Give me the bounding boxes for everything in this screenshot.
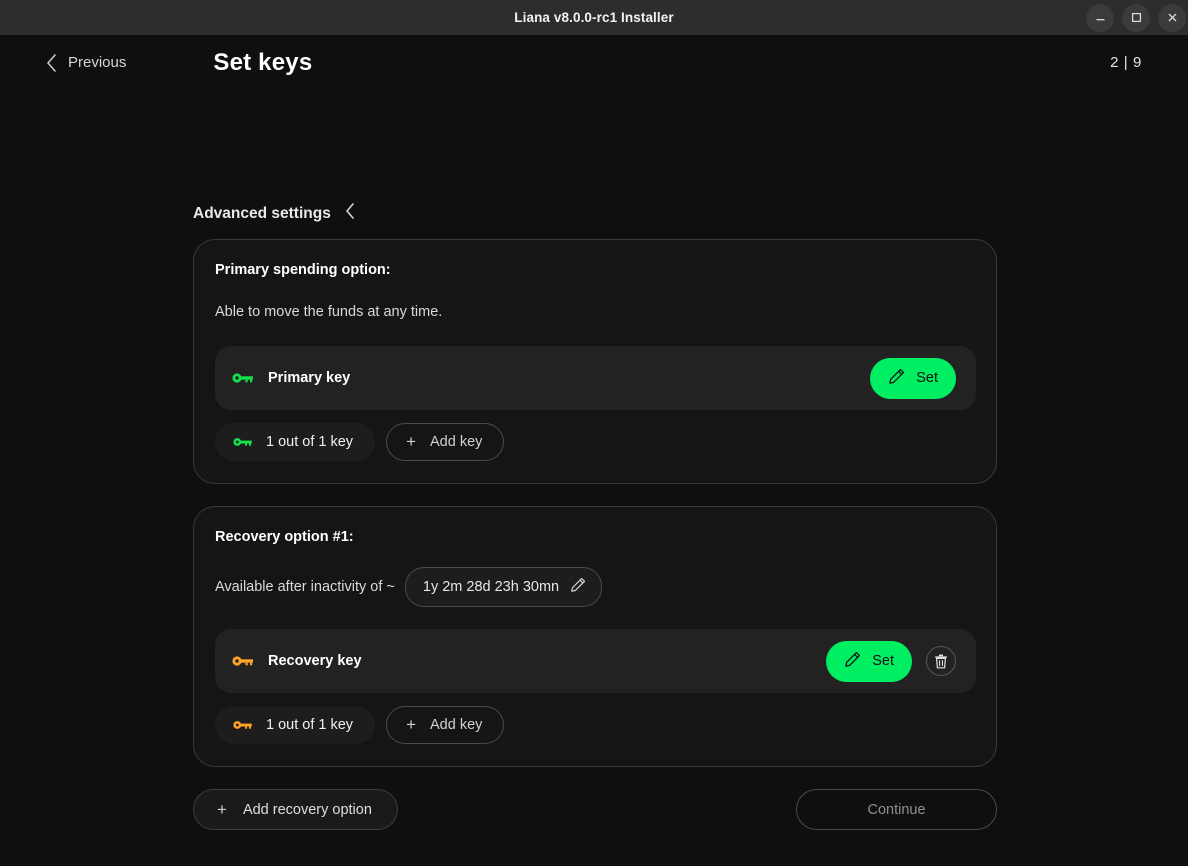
primary-key-label-group: Primary key	[232, 370, 350, 386]
primary-threshold-row: 1 out of 1 key + Add key	[215, 423, 976, 461]
window-controls	[1086, 0, 1186, 35]
recovery-duration-chip[interactable]: 1y 2m 28d 23h 30mn	[404, 567, 603, 607]
primary-key-name: Primary key	[268, 370, 351, 386]
pencil-icon	[570, 577, 586, 597]
close-button[interactable]	[1158, 3, 1186, 32]
maximize-icon	[1131, 12, 1141, 23]
close-icon	[1168, 13, 1176, 22]
key-icon	[233, 719, 253, 731]
recovery-description-prefix: Available after inactivity of ~	[215, 579, 395, 595]
primary-card-title: Primary spending option:	[215, 262, 391, 278]
recovery-threshold-row: 1 out of 1 key + Add key	[215, 706, 976, 744]
primary-add-key-button[interactable]: + Add key	[386, 423, 505, 461]
trash-icon	[935, 654, 947, 668]
recovery-key-delete-button[interactable]	[926, 646, 956, 676]
minimize-button[interactable]	[1086, 3, 1114, 32]
primary-threshold-label: 1 out of 1 key	[266, 434, 354, 450]
minimize-icon	[1096, 19, 1104, 21]
primary-key-actions: Set	[870, 357, 956, 399]
page-header: Previous Set keys 2 | 9	[0, 35, 1188, 90]
add-recovery-option-button[interactable]: + Add recovery option	[193, 789, 398, 830]
plus-icon: +	[406, 432, 416, 451]
previous-label: Previous	[68, 54, 127, 71]
primary-key-set-button[interactable]: Set	[870, 357, 956, 399]
recovery-add-key-label: Add key	[430, 717, 483, 733]
page-title: Set keys	[213, 48, 313, 76]
continue-button[interactable]: Continue	[796, 789, 997, 830]
continue-label: Continue	[867, 801, 926, 818]
maximize-button[interactable]	[1122, 3, 1150, 32]
recovery-key-set-button[interactable]: Set	[826, 640, 912, 682]
advanced-settings-toggle[interactable]: Advanced settings	[193, 203, 355, 224]
key-icon	[232, 371, 254, 385]
pencil-icon	[844, 651, 861, 672]
window-title: Liana v8.0.0-rc1 Installer	[514, 10, 674, 25]
footer-actions: + Add recovery option Continue	[193, 789, 997, 830]
primary-threshold-chip: 1 out of 1 key	[215, 423, 376, 461]
primary-card-description: Able to move the funds at any time.	[215, 300, 976, 324]
recovery-key-set-label: Set	[872, 653, 894, 669]
plus-icon: +	[217, 799, 227, 819]
recovery-key-name: Recovery key	[268, 653, 362, 669]
primary-add-key-label: Add key	[430, 434, 483, 450]
recovery-add-key-button[interactable]: + Add key	[386, 706, 505, 744]
page-indicator: 2 | 9	[1110, 54, 1142, 71]
recovery-threshold-label: 1 out of 1 key	[266, 717, 354, 733]
primary-key-row: Primary key Set	[215, 346, 976, 410]
key-icon	[232, 654, 254, 668]
recovery-key-row: Recovery key Set	[215, 629, 976, 693]
primary-key-set-label: Set	[916, 370, 938, 386]
chevron-left-icon	[46, 53, 57, 72]
advanced-settings-label: Advanced settings	[193, 204, 331, 222]
primary-spending-option-card: Primary spending option: Able to move th…	[193, 239, 997, 484]
plus-icon: +	[406, 715, 416, 734]
recovery-threshold-chip: 1 out of 1 key	[215, 706, 376, 744]
main-content: Advanced settings Primary spending optio…	[0, 90, 1188, 830]
recovery-key-actions: Set	[826, 640, 956, 682]
previous-button[interactable]: Previous	[46, 53, 127, 72]
chevron-left-icon	[345, 203, 355, 224]
primary-description-text: Able to move the funds at any time.	[215, 304, 443, 320]
window-titlebar: Liana v8.0.0-rc1 Installer	[0, 0, 1188, 35]
key-icon	[233, 436, 253, 448]
recovery-card-description: Available after inactivity of ~ 1y 2m 28…	[215, 567, 976, 607]
recovery-duration-value: 1y 2m 28d 23h 30mn	[422, 579, 560, 595]
recovery-option-card: Recovery option #1: Available after inac…	[193, 506, 997, 767]
add-recovery-option-label: Add recovery option	[242, 801, 372, 818]
recovery-card-title: Recovery option #1:	[215, 529, 354, 545]
pencil-icon	[888, 368, 905, 389]
recovery-key-label-group: Recovery key	[232, 653, 362, 669]
